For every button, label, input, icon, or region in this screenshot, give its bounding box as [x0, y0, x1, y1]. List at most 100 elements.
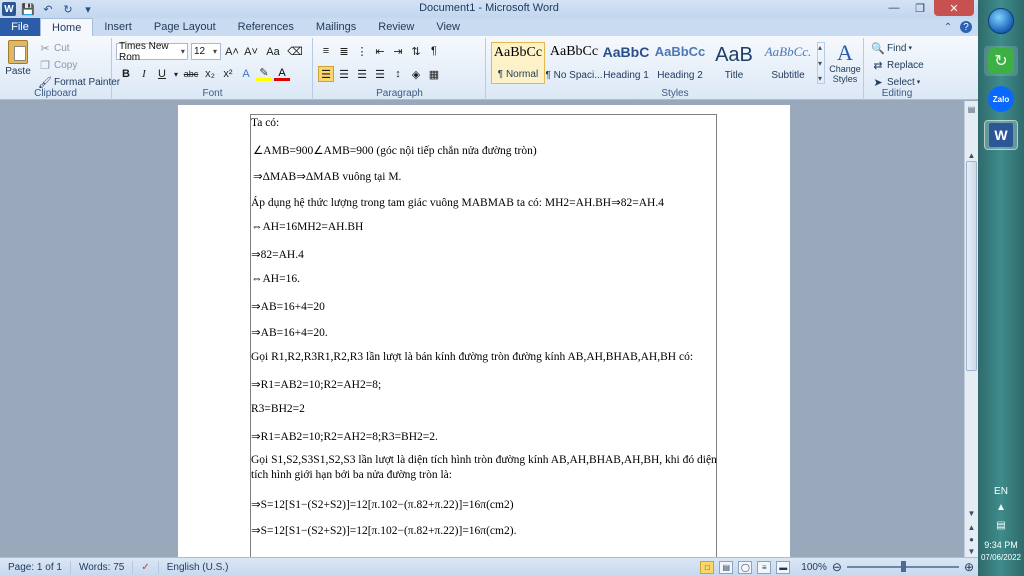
justify-icon[interactable]: ☰: [372, 66, 388, 82]
start-button[interactable]: [984, 6, 1018, 36]
shading-icon[interactable]: ◈: [408, 66, 424, 82]
bold-button[interactable]: B: [118, 66, 134, 82]
style-subtitle[interactable]: AaBbCc. Subtitle: [761, 42, 815, 84]
word-count[interactable]: Words: 75: [71, 560, 134, 574]
tab-insert[interactable]: Insert: [93, 18, 143, 36]
zoom-in-icon[interactable]: ⊕: [964, 560, 974, 574]
paragraph[interactable]: Gọi R1,R2,R3R1,R2,R3 lần lượt là bán kín…: [251, 351, 693, 363]
style-no-spacing[interactable]: AaBbCc ¶ No Spaci...: [545, 42, 602, 84]
paragraph[interactable]: ⇒AB=16+4=20: [251, 299, 325, 313]
ruler-toggle-icon[interactable]: ▤: [965, 103, 978, 115]
input-language[interactable]: EN: [978, 486, 1024, 497]
taskbar-app-green[interactable]: ↻: [984, 46, 1018, 76]
paragraph[interactable]: ∠AMB=900∠AMB=900 (góc nội tiếp chắn nửa …: [253, 143, 537, 157]
align-left-icon[interactable]: ☰: [318, 66, 334, 82]
close-button[interactable]: ✕: [934, 0, 974, 16]
zoom-slider-thumb[interactable]: [900, 561, 906, 572]
print-layout-view-icon[interactable]: □: [700, 560, 715, 574]
paste-button[interactable]: Paste: [4, 40, 32, 84]
undo-icon[interactable]: ↶: [40, 2, 56, 16]
minimize-button[interactable]: —: [882, 0, 906, 16]
font-size-combo[interactable]: 12 ▾: [191, 43, 221, 60]
taskbar-app-zalo[interactable]: Zalo: [984, 84, 1018, 114]
zoom-out-icon[interactable]: ⊖: [832, 560, 842, 574]
redo-icon[interactable]: ↻: [60, 2, 76, 16]
restore-button[interactable]: ❐: [908, 0, 932, 16]
full-screen-reading-icon[interactable]: ▤: [719, 560, 734, 574]
paragraph[interactable]: Ta có:: [251, 117, 279, 129]
tab-view[interactable]: View: [425, 18, 471, 36]
grow-font-button[interactable]: A˄: [224, 44, 240, 60]
language-indicator[interactable]: English (U.S.): [159, 561, 237, 574]
paragraph[interactable]: ⇒S=12[S1−(S2+S2)]=12[π.102−(π.82+π.22)]=…: [251, 523, 516, 537]
customize-qat-icon[interactable]: ▾: [80, 2, 96, 16]
font-color-icon[interactable]: A: [274, 67, 290, 81]
line-spacing-icon[interactable]: ↕: [390, 66, 406, 82]
notification-arrow-icon[interactable]: ▲: [978, 502, 1024, 513]
previous-page-icon[interactable]: ▲: [965, 521, 978, 533]
styles-scroll[interactable]: ▴ ▾ ▾: [817, 42, 825, 84]
paragraph[interactable]: R3=BH2=2: [251, 403, 305, 415]
style-normal[interactable]: AaBbCc ¶ Normal: [491, 42, 545, 84]
change-case-button[interactable]: Aa: [262, 44, 284, 60]
find-button[interactable]: 🔍 Find ▾: [869, 40, 914, 56]
increase-indent-icon[interactable]: ⇥: [390, 43, 406, 59]
superscript-button[interactable]: x²: [220, 66, 236, 82]
tab-home[interactable]: Home: [40, 18, 94, 36]
clock-date[interactable]: 07/06/2022: [978, 553, 1024, 562]
italic-button[interactable]: I: [136, 66, 152, 82]
paragraph[interactable]: ⇒AB=16+4=20.: [251, 325, 328, 339]
word-app-icon[interactable]: W: [2, 2, 16, 16]
draft-view-icon[interactable]: ▬: [776, 560, 791, 574]
subscript-button[interactable]: x₂: [202, 66, 218, 82]
paragraph[interactable]: ⇔AH=16MH2=AH.BH: [251, 221, 363, 233]
show-formatting-icon[interactable]: ¶: [426, 43, 442, 59]
style-heading-1[interactable]: AaBbC Heading 1: [599, 42, 653, 84]
zoom-slider[interactable]: [846, 561, 959, 572]
highlight-color-icon[interactable]: ✎: [256, 67, 272, 81]
clock-time[interactable]: 9:34 PM: [978, 540, 1024, 550]
browse-object-icon[interactable]: ●: [965, 533, 978, 545]
paragraph[interactable]: ⇒ΔMAB⇒ΔMAB vuông tại M.: [253, 169, 401, 183]
borders-icon[interactable]: ▦: [426, 66, 442, 82]
style-heading-2[interactable]: AaBbCc Heading 2: [653, 42, 707, 84]
paragraph[interactable]: ⇒82=AH.4: [251, 247, 304, 261]
outline-view-icon[interactable]: ≡: [757, 560, 772, 574]
decrease-indent-icon[interactable]: ⇤: [372, 43, 388, 59]
tab-mailings[interactable]: Mailings: [305, 18, 367, 36]
clear-formatting-icon[interactable]: ⌫: [287, 44, 303, 60]
font-name-combo[interactable]: Times New Rom ▾: [116, 41, 188, 63]
sort-icon[interactable]: ⇅: [408, 43, 424, 59]
underline-button[interactable]: U: [154, 66, 170, 82]
style-title[interactable]: AaB Title: [707, 42, 761, 84]
copy-button[interactable]: ❐ Copy: [36, 57, 79, 73]
underline-dropdown-icon[interactable]: ▾: [172, 66, 180, 82]
vertical-scrollbar[interactable]: ▤ ▲ ▼ ▲ ● ▼: [964, 101, 978, 557]
next-page-icon[interactable]: ▼: [965, 545, 978, 557]
shrink-font-button[interactable]: A˅: [243, 44, 259, 60]
numbering-icon[interactable]: ≣: [336, 43, 352, 59]
scroll-down-icon[interactable]: ▾: [818, 59, 824, 68]
paragraph[interactable]: Áp dụng hệ thức lượng trong tam giác vuô…: [251, 195, 664, 209]
cut-button[interactable]: ✂ Cut: [36, 40, 72, 56]
web-layout-icon[interactable]: ◯: [738, 560, 753, 574]
save-icon[interactable]: 💾: [20, 2, 36, 16]
more-styles-icon[interactable]: ▾: [818, 74, 824, 83]
align-right-icon[interactable]: ☰: [354, 66, 370, 82]
tab-file[interactable]: File: [0, 18, 40, 36]
tab-references[interactable]: References: [227, 18, 305, 36]
scroll-up-icon[interactable]: ▴: [818, 43, 824, 52]
zoom-level[interactable]: 100%: [801, 562, 827, 573]
paragraph[interactable]: Gọi S1,S2,S3S1,S2,S3 lần lượt là diện tí…: [251, 453, 717, 483]
align-center-icon[interactable]: ☰: [336, 66, 352, 82]
scroll-up-icon[interactable]: ▲: [965, 149, 978, 161]
paragraph[interactable]: ⇒R1=AB2=10;R2=AH2=8;R3=BH2=2.: [251, 429, 438, 443]
tab-review[interactable]: Review: [367, 18, 425, 36]
text-effects-icon[interactable]: A: [238, 66, 254, 82]
multilevel-list-icon[interactable]: ⋮: [354, 43, 370, 59]
help-icon[interactable]: ?: [960, 21, 972, 33]
paragraph[interactable]: ⇒R1=AB2=10;R2=AH2=8;: [251, 377, 381, 391]
taskbar-app-word[interactable]: W: [984, 120, 1018, 150]
scroll-down-icon[interactable]: ▼: [965, 507, 978, 519]
document-text-box[interactable]: Ta có: ∠AMB=900∠AMB=900 (góc nội tiếp ch…: [250, 114, 717, 564]
